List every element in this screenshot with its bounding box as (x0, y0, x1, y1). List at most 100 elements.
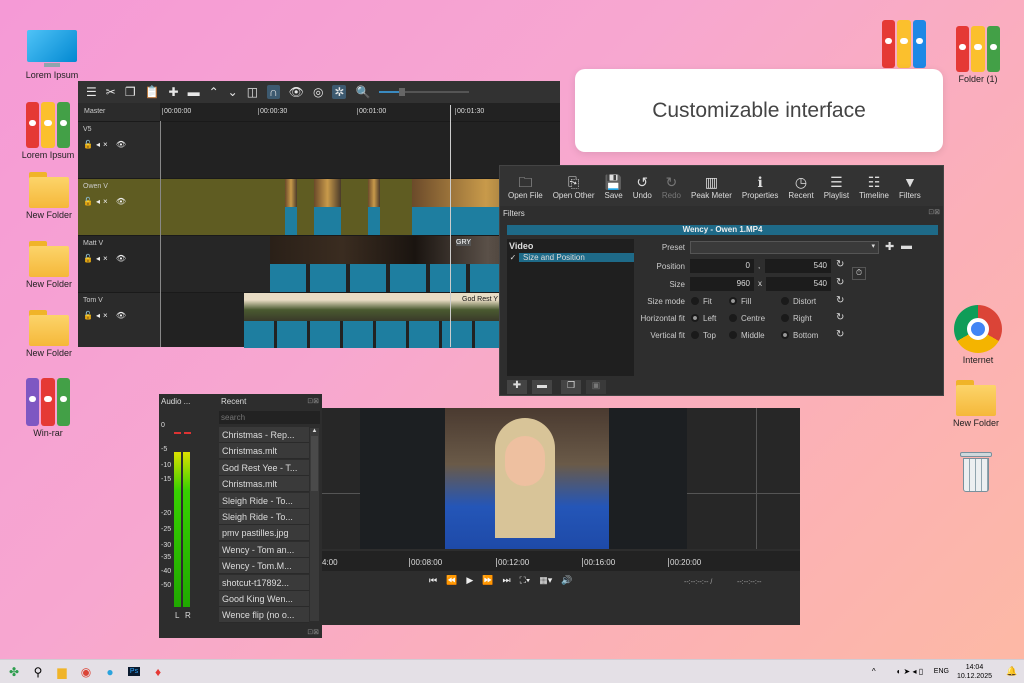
position-x-input[interactable]: 0 (690, 259, 754, 273)
telegram-icon[interactable]: ● (98, 661, 122, 683)
size-mode-distort[interactable]: Distort (781, 297, 816, 306)
track-controls[interactable]: 🔓◂× 👁 (83, 197, 129, 206)
skip-end-icon[interactable]: ⏭ (502, 575, 510, 586)
add-filter-button[interactable]: ✚ (507, 380, 527, 394)
track-matt[interactable]: Matt V 🔓◂× 👁 GRY (78, 235, 560, 292)
panel-close-icon[interactable]: ⊡⊠ (928, 208, 940, 216)
size-height-input[interactable]: 540 (766, 277, 831, 291)
playhead[interactable] (450, 105, 451, 347)
zoom-slider[interactable] (379, 88, 470, 96)
desktop-icon-new-folder-3[interactable]: New Folder (19, 310, 79, 358)
desktop-icon-binders[interactable] (874, 20, 934, 68)
tray-icons[interactable]: ◐ ➤ ◂ ▯ (886, 661, 934, 683)
track-controls[interactable]: 🔓◂× 👁 (83, 140, 129, 149)
vfit-middle[interactable]: Middle (729, 331, 765, 340)
position-y-input[interactable]: 540 (765, 259, 831, 273)
scrollbar[interactable]: ▲ (310, 428, 319, 621)
lift-icon[interactable]: ⌃ (209, 85, 219, 99)
filters-button[interactable]: ▼ Filters (894, 173, 926, 200)
timeline-button[interactable]: ☷ Timeline (854, 173, 894, 200)
recent-search-input[interactable] (219, 411, 320, 424)
overwrite-icon[interactable]: ⌄ (228, 85, 238, 99)
desktop-icon-lorem-ipsum-2[interactable]: Lorem Ipsum (18, 102, 78, 160)
reset-icon[interactable]: ↻ (836, 277, 844, 288)
volume-icon[interactable]: 🔊 (561, 575, 572, 586)
language-indicator[interactable]: ENG (934, 668, 949, 675)
split-icon[interactable]: ◫ (247, 85, 258, 99)
tray-chevron-icon[interactable]: ^ (862, 661, 886, 683)
open-file-button[interactable]: 🗀 Open File (503, 173, 548, 200)
playlist-button[interactable]: ☰ Playlist (819, 173, 854, 200)
ripple-all-icon[interactable]: ✲ (332, 85, 347, 99)
reset-icon[interactable]: ↻ (836, 295, 844, 306)
fast-forward-icon[interactable]: ⏩ (482, 575, 493, 586)
filter-item-size-position[interactable]: ✓ Size and Position (507, 253, 634, 262)
reset-icon[interactable]: ↻ (836, 259, 844, 270)
desktop-icon-new-folder[interactable]: New Folder (19, 172, 79, 220)
recent-item[interactable]: Christmas.mlt (219, 443, 309, 460)
photoshop-icon[interactable]: Ps (122, 661, 146, 683)
hfit-right[interactable]: Right (781, 314, 812, 323)
rewind-icon[interactable]: ⏪ (446, 575, 457, 586)
recent-button[interactable]: ◷ Recent (783, 173, 818, 200)
properties-button[interactable]: ℹ Properties (737, 173, 783, 200)
remove-preset-button[interactable]: ▬ (901, 240, 912, 252)
recent-item[interactable]: Sleigh Ride - To... (219, 492, 309, 509)
hfit-left[interactable]: Left (691, 314, 716, 323)
menu-icon[interactable]: ☰ (86, 85, 97, 99)
reset-icon[interactable]: ↻ (836, 329, 844, 340)
recent-item[interactable]: Christmas.mlt (219, 476, 309, 493)
skip-start-icon[interactable]: ⏮ (429, 575, 437, 586)
reset-icon[interactable]: ↻ (836, 312, 844, 323)
redo-button[interactable]: ↻ Redo (657, 173, 686, 200)
check-icon[interactable]: ✓ (507, 253, 519, 262)
play-icon[interactable]: ▶ (466, 575, 473, 586)
track-tom[interactable]: Tom V 🔓◂× 👁 God Rest Y (78, 292, 560, 348)
vfit-top[interactable]: Top (691, 331, 716, 340)
vfit-bottom[interactable]: Bottom (781, 331, 818, 340)
recent-item[interactable]: pmv pastilles.jpg (219, 525, 309, 542)
desktop-icon-winrar[interactable]: Win-rar (18, 378, 78, 438)
track-controls[interactable]: 🔓◂× 👁 (83, 254, 129, 263)
cut-icon[interactable]: ✂ (106, 85, 116, 99)
file-explorer-icon[interactable]: ▆ (50, 661, 74, 683)
track-v5[interactable]: V5 🔓◂× 👁 (78, 121, 560, 178)
desktop-icon-new-folder-2[interactable]: New Folder (19, 241, 79, 289)
grid-icon[interactable]: ▦▾ (539, 575, 552, 586)
recent-item[interactable]: Sleigh Ride - To... (219, 508, 309, 525)
recent-item[interactable]: God Rest Yee - T... (219, 459, 309, 476)
track-controls[interactable]: 🔓◂× 👁 (83, 311, 129, 320)
notification-icon[interactable]: 🔔 (1000, 661, 1024, 683)
append-icon[interactable]: ✚ (169, 85, 179, 99)
open-other-button[interactable]: ⎘ Open Other (548, 173, 600, 200)
desktop-icon-lorem-ipsum[interactable]: Lorem Ipsum (22, 30, 82, 80)
preset-select[interactable]: ▾ (690, 241, 879, 254)
start-icon[interactable]: ✤ (2, 661, 26, 683)
desktop-icon-folder-1[interactable]: Folder (1) (948, 26, 1008, 84)
track-owen[interactable]: Owen V 🔓◂× 👁 (78, 178, 560, 235)
recent-item[interactable]: Wency - Tom.M... (219, 558, 309, 575)
zoom-out-icon[interactable]: 🔍 (355, 85, 370, 99)
copy-icon[interactable]: ❐ (125, 85, 136, 99)
desktop-icon-internet[interactable]: Internet (948, 305, 1008, 365)
recent-item[interactable]: Christmas - Rep... (219, 427, 309, 443)
hfit-centre[interactable]: Centre (729, 314, 765, 323)
size-width-input[interactable]: 960 (690, 277, 754, 291)
remove-filter-button[interactable]: ▬ (532, 380, 552, 394)
undo-button[interactable]: ↺ Undo (628, 173, 657, 200)
paste-filter-button[interactable]: ▣ (586, 380, 606, 394)
peak-meter-button[interactable]: ▥ Peak Meter (686, 173, 737, 200)
clock[interactable]: 14:04 10.12.2025 (957, 663, 992, 681)
copy-filter-button[interactable]: ❐ (561, 380, 581, 394)
add-preset-button[interactable]: ✚ (885, 240, 894, 253)
keyframe-icon[interactable]: ⏱ (852, 267, 866, 280)
chrome-taskbar-icon[interactable]: ◉ (74, 661, 98, 683)
app-icon[interactable]: ♦ (146, 661, 170, 683)
snap-icon[interactable]: ∩ (267, 85, 280, 99)
ripple-icon[interactable]: ◎ (313, 85, 323, 99)
recent-item[interactable]: Good King Wen... (219, 590, 309, 607)
recent-item[interactable]: shotcut-t17892... (219, 574, 309, 591)
desktop-icon-new-folder-right[interactable]: New Folder (946, 380, 1006, 428)
recent-item[interactable]: Wence flip (no o... (219, 607, 309, 623)
current-timecode[interactable]: --:--:--:-- / (684, 579, 712, 586)
